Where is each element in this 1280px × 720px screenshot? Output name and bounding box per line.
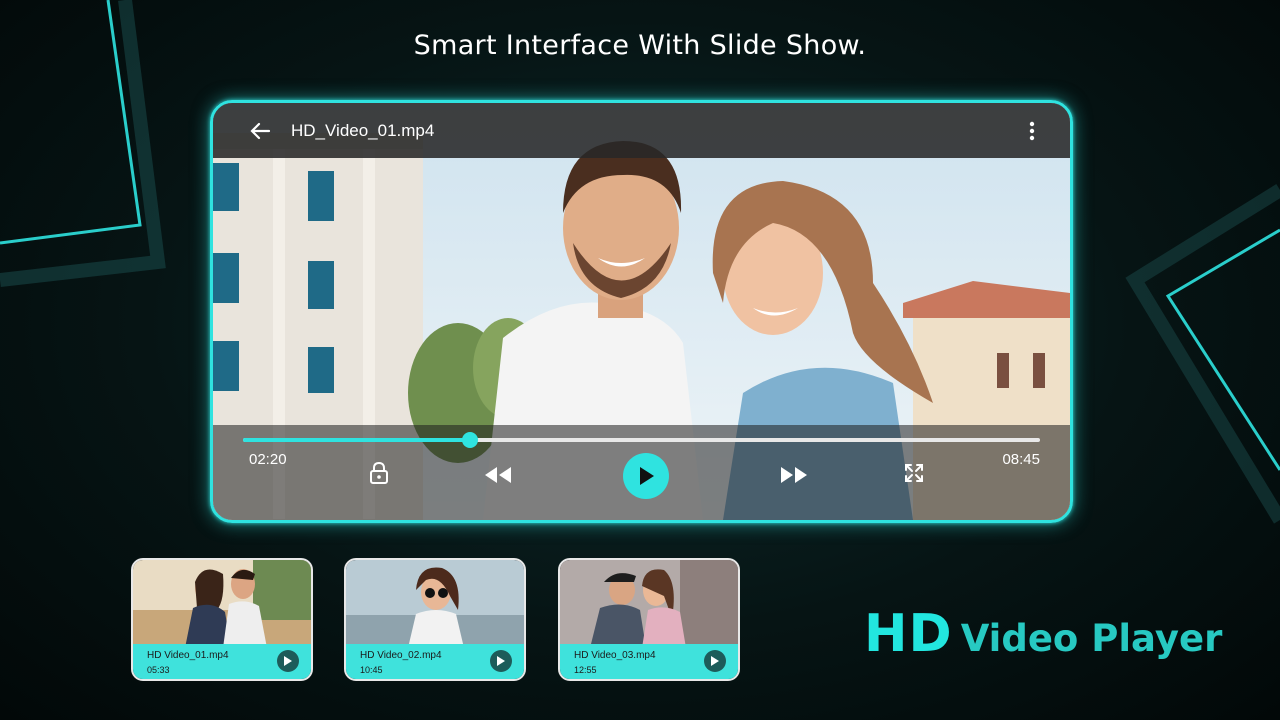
player-controls: 02:20 08:45 — [213, 425, 1070, 520]
seek-thumb[interactable] — [462, 432, 479, 448]
more-vertical-icon[interactable] — [1026, 120, 1038, 142]
thumbnail-info-bar: HD Video_03.mp4 12:55 — [560, 644, 738, 679]
current-time: 02:20 — [249, 451, 287, 468]
thumbnail-info-bar: HD Video_02.mp4 10:45 — [346, 644, 524, 679]
play-icon[interactable] — [277, 650, 299, 672]
fullscreen-icon[interactable] — [903, 462, 925, 484]
play-icon[interactable] — [704, 650, 726, 672]
video-thumbnail-1[interactable]: HD Video_01.mp4 05:33 — [131, 558, 313, 681]
thumbnail-duration: 10:45 — [360, 665, 383, 675]
thumbnail-title: HD Video_03.mp4 — [574, 650, 656, 661]
video-thumbnail-2[interactable]: HD Video_02.mp4 10:45 — [344, 558, 526, 681]
fast-forward-icon[interactable] — [779, 464, 809, 486]
brand-subtitle: Video Player — [960, 617, 1223, 660]
arrow-left-icon[interactable] — [249, 119, 273, 143]
brand-logo: HD Video Player — [864, 604, 1222, 664]
thumbnail-info-bar: HD Video_01.mp4 05:33 — [133, 644, 311, 679]
thumbnail-image — [560, 560, 738, 648]
brand-hd-text: HD — [864, 604, 953, 664]
rewind-icon[interactable] — [483, 464, 513, 486]
thumbnail-duration: 12:55 — [574, 665, 597, 675]
seek-bar[interactable] — [243, 432, 1040, 448]
lock-icon[interactable] — [368, 460, 390, 486]
thumbnail-image — [346, 560, 524, 648]
video-player[interactable]: HD_Video_01.mp4 02:20 08:45 — [210, 100, 1073, 523]
thumbnail-duration: 05:33 — [147, 665, 170, 675]
seek-bar-progress — [243, 438, 471, 442]
video-title: HD_Video_01.mp4 — [291, 120, 435, 140]
thumbnail-title: HD Video_01.mp4 — [147, 650, 229, 661]
play-icon[interactable] — [490, 650, 512, 672]
thumbnail-image — [133, 560, 311, 648]
headline: Smart Interface With Slide Show. — [413, 30, 867, 61]
play-icon[interactable] — [623, 453, 669, 499]
video-thumbnail-3[interactable]: HD Video_03.mp4 12:55 — [558, 558, 740, 681]
player-top-bar: HD_Video_01.mp4 — [213, 103, 1070, 158]
total-time: 08:45 — [1002, 451, 1040, 468]
thumbnail-title: HD Video_02.mp4 — [360, 650, 442, 661]
